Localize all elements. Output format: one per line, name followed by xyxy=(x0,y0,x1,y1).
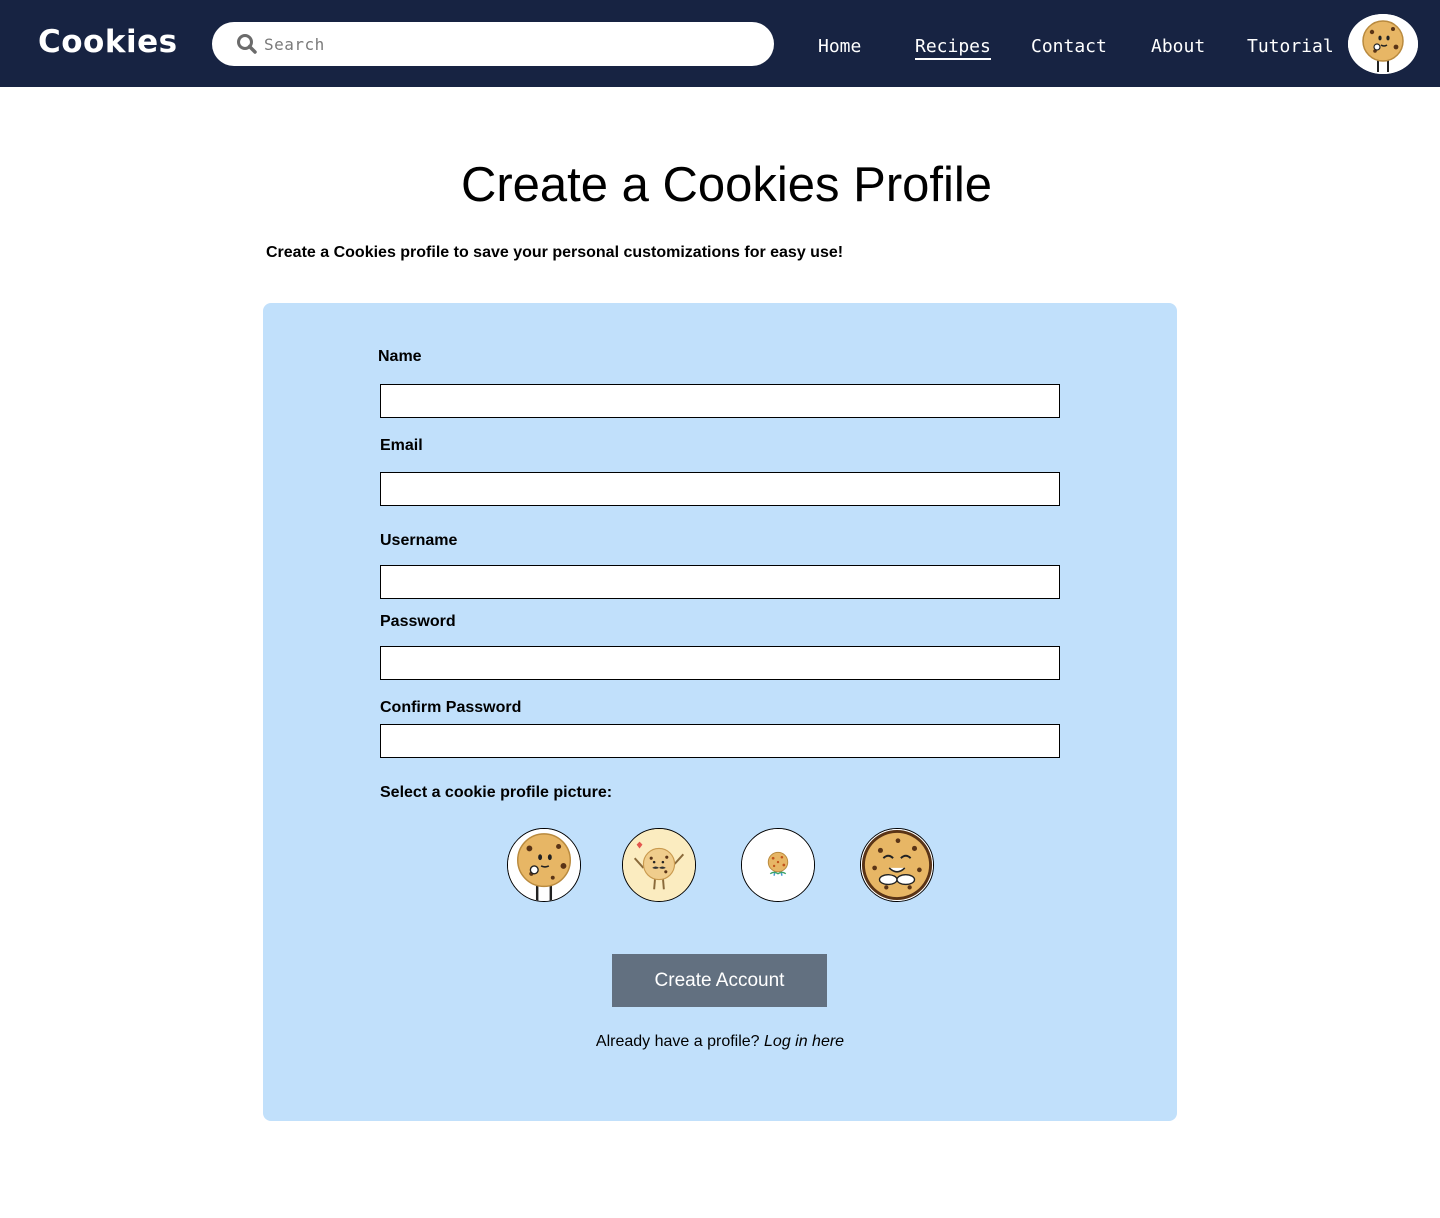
search-input[interactable] xyxy=(264,28,754,60)
cookie-smiling-icon xyxy=(861,829,933,901)
nav-contact[interactable]: Contact xyxy=(1031,36,1107,57)
nav-recipes[interactable]: Recipes xyxy=(915,36,991,60)
nav-home[interactable]: Home xyxy=(818,36,861,57)
password-label: Password xyxy=(380,613,456,630)
nav-about[interactable]: About xyxy=(1151,36,1205,57)
username-label: Username xyxy=(380,532,458,549)
name-field[interactable] xyxy=(380,384,1060,418)
intro-text: Create a Cookies profile to save your pe… xyxy=(266,244,844,261)
cookie-mustache-icon xyxy=(623,829,695,901)
cookie-thinking-icon xyxy=(508,829,580,901)
email-label: Email xyxy=(380,437,423,454)
signup-form-card: Name Email Username Password Confirm Pas… xyxy=(263,303,1177,1121)
confirm-password-label: Confirm Password xyxy=(380,699,522,716)
search-bar[interactable] xyxy=(212,22,774,66)
profile-picture-option-3[interactable] xyxy=(741,828,815,902)
email-field[interactable] xyxy=(380,472,1060,506)
profile-picture-option-2[interactable] xyxy=(622,828,696,902)
cookie-small-icon xyxy=(742,829,814,901)
login-prompt-text: Already have a profile? xyxy=(595,1033,760,1050)
confirm-password-field[interactable] xyxy=(380,724,1060,758)
name-label: Name xyxy=(378,348,422,365)
search-icon xyxy=(237,34,257,54)
page-title: Create a Cookies Profile xyxy=(460,158,993,212)
top-navigation-bar: Cookies Home Recipes Contact About Tutor… xyxy=(0,0,1440,87)
profile-picture-option-1[interactable] xyxy=(507,828,581,902)
create-account-button[interactable]: Create Account xyxy=(612,954,827,1007)
login-link[interactable]: Log in here xyxy=(764,1033,844,1050)
profile-picture-prompt: Select a cookie profile picture: xyxy=(380,784,613,801)
profile-avatar[interactable] xyxy=(1348,14,1418,74)
site-logo[interactable]: Cookies xyxy=(38,24,178,60)
password-field[interactable] xyxy=(380,646,1060,680)
nav-tutorial[interactable]: Tutorial xyxy=(1247,36,1334,57)
login-prompt: Already have a profile? Log in here xyxy=(263,1033,1177,1051)
profile-picture-option-4[interactable] xyxy=(860,828,934,902)
username-field[interactable] xyxy=(380,565,1060,599)
cookie-character-icon xyxy=(1348,14,1418,74)
